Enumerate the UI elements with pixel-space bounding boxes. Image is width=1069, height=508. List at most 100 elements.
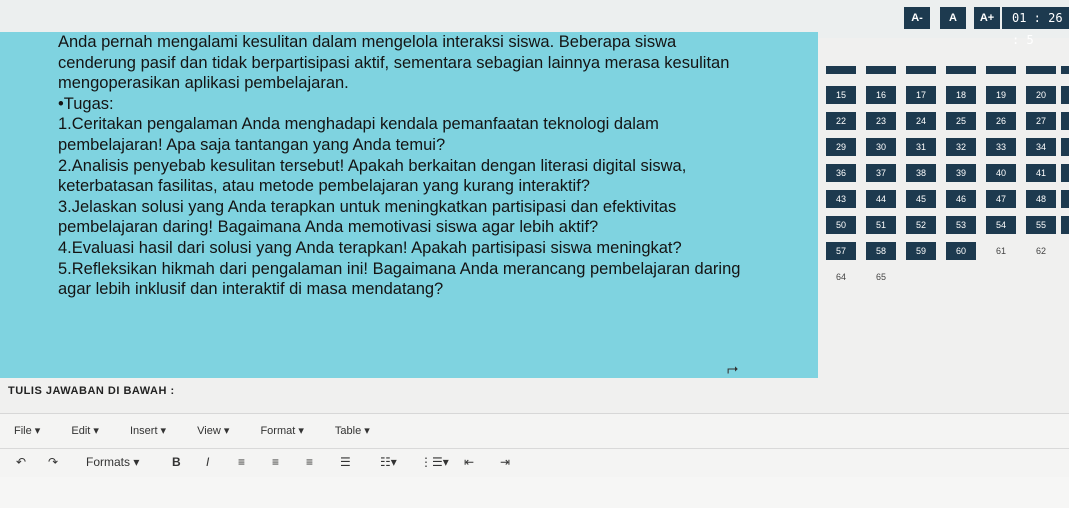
question-number-button[interactable]: 25	[946, 112, 976, 130]
menu-table[interactable]: Table ▾	[335, 424, 370, 437]
question-number-button[interactable]: 53	[946, 216, 976, 234]
question-line: Anda pernah mengalami kesulitan dalam me…	[58, 33, 677, 51]
question-number-button[interactable]: 41	[1026, 164, 1056, 182]
question-number-button[interactable]: 58	[866, 242, 896, 260]
question-number-button[interactable]	[986, 66, 1016, 74]
question-number-button[interactable]: 26	[986, 112, 1016, 130]
task-heading: •Tugas:	[58, 94, 114, 113]
bullet-list-icon[interactable]: ☷▾	[380, 455, 397, 469]
question-line: 3.Jelaskan solusi yang Anda terapkan unt…	[58, 197, 677, 216]
question-number-button[interactable]	[1061, 164, 1069, 182]
question-navigation-grid: 15 16 17 18 19 20 22 23 24 25 26 27 29 30 31 32 33 34 36 37…	[818, 60, 1069, 340]
align-justify-icon[interactable]: ☰	[340, 455, 351, 469]
outdent-icon[interactable]: ⇤	[464, 455, 474, 469]
question-number-button[interactable]: 30	[866, 138, 896, 156]
question-line: 5.Refleksikan hikmah dari pengalaman ini…	[58, 259, 741, 278]
menu-format[interactable]: Format ▾	[260, 424, 303, 437]
question-number-button[interactable]: 61	[986, 242, 1016, 260]
align-center-icon[interactable]: ≡	[272, 455, 279, 469]
question-number-button[interactable]	[1061, 216, 1069, 234]
question-number-button[interactable]: 34	[1026, 138, 1056, 156]
bold-button[interactable]: B	[172, 455, 181, 469]
question-number-button[interactable]: 32	[946, 138, 976, 156]
question-number-button[interactable]: 54	[986, 216, 1016, 234]
menu-view[interactable]: View ▾	[197, 424, 229, 437]
question-number-button[interactable]	[1061, 190, 1069, 208]
editor-toolbar: ↶ ↷ Formats ▾ B I ≡ ≡ ≡ ☰ ☷▾ ⋮☰▾ ⇤ ⇥	[0, 448, 1069, 478]
font-normal-button[interactable]: A	[940, 7, 966, 29]
question-line: mengoperasikan aplikasi pembelajaran.	[58, 74, 349, 93]
question-number-button[interactable]	[946, 66, 976, 74]
answer-label: TULIS JAWABAN DI BAWAH :	[8, 385, 175, 397]
align-left-icon[interactable]: ≡	[238, 455, 245, 469]
question-number-button[interactable]: 37	[866, 164, 896, 182]
question-number-button[interactable]: 48	[1026, 190, 1056, 208]
question-number-button[interactable]	[1061, 112, 1069, 130]
question-number-button[interactable]: 46	[946, 190, 976, 208]
formats-dropdown[interactable]: Formats ▾	[86, 455, 139, 469]
question-number-button[interactable]: 33	[986, 138, 1016, 156]
countdown-timer: 01 : 26 : 5	[1002, 7, 1069, 47]
question-number-button[interactable]: 55	[1026, 216, 1056, 234]
question-number-button[interactable]: 45	[906, 190, 936, 208]
font-increase-button[interactable]: A+	[974, 7, 1000, 29]
question-line: agar lebih inklusif dan interaktif di ma…	[58, 280, 444, 299]
question-number-button[interactable]: 29	[826, 138, 856, 156]
menu-file[interactable]: File ▾	[14, 424, 40, 437]
redo-icon[interactable]: ↷	[48, 455, 58, 469]
indent-icon[interactable]: ⇥	[500, 455, 510, 469]
question-line: pembelajaran daring! Bagaimana Anda memo…	[58, 218, 599, 237]
question-number-button[interactable]: 16	[866, 86, 896, 104]
question-number-button[interactable]	[826, 66, 856, 74]
question-line: 4.Evaluasi hasil dari solusi yang Anda t…	[58, 238, 682, 257]
question-number-button[interactable]: 38	[906, 164, 936, 182]
question-number-button[interactable]: 24	[906, 112, 936, 130]
question-number-button[interactable]: 44	[866, 190, 896, 208]
question-number-button[interactable]	[866, 66, 896, 74]
question-number-button[interactable]	[1061, 66, 1069, 74]
question-number-button[interactable]	[906, 66, 936, 74]
question-number-button[interactable]: 60	[946, 242, 976, 260]
editor-menubar: File ▾ Edit ▾ Insert ▾ View ▾ Format ▾ T…	[14, 424, 398, 437]
question-number-button[interactable]: 39	[946, 164, 976, 182]
answer-textarea[interactable]	[0, 477, 1069, 508]
question-number-button[interactable]: 50	[826, 216, 856, 234]
question-number-button[interactable]: 27	[1026, 112, 1056, 130]
menu-edit[interactable]: Edit ▾	[71, 424, 99, 437]
question-number-button[interactable]: 40	[986, 164, 1016, 182]
mouse-cursor-icon: ⮣	[727, 360, 739, 376]
align-right-icon[interactable]: ≡	[306, 455, 313, 469]
question-number-button[interactable]: 23	[866, 112, 896, 130]
question-number-button[interactable]	[1061, 86, 1069, 104]
question-number-button[interactable]: 62	[1026, 242, 1056, 260]
question-number-button[interactable]: 18	[946, 86, 976, 104]
question-number-button[interactable]: 63	[1061, 242, 1069, 260]
question-number-button[interactable]: 17	[906, 86, 936, 104]
question-number-button[interactable]: 52	[906, 216, 936, 234]
italic-button[interactable]: I	[206, 455, 209, 469]
question-number-button[interactable]: 57	[826, 242, 856, 260]
question-number-button[interactable]: 15	[826, 86, 856, 104]
question-number-button[interactable]: 65	[866, 268, 896, 286]
question-number-button[interactable]: 31	[906, 138, 936, 156]
numbered-list-icon[interactable]: ⋮☰▾	[420, 455, 449, 469]
question-number-button[interactable]: 19	[986, 86, 1016, 104]
question-number-button[interactable]: 47	[986, 190, 1016, 208]
question-number-button[interactable]: 43	[826, 190, 856, 208]
rich-text-editor: File ▾ Edit ▾ Insert ▾ View ▾ Format ▾ T…	[0, 413, 1069, 508]
question-number-button[interactable]: 59	[906, 242, 936, 260]
question-number-button[interactable]: 51	[866, 216, 896, 234]
question-text: Anda pernah mengalami kesulitan dalam me…	[58, 32, 808, 300]
question-line: pembelajaran! Apa saja tantangan yang An…	[58, 135, 446, 154]
question-number-button[interactable]: 64	[826, 268, 856, 286]
question-number-button[interactable]: 22	[826, 112, 856, 130]
font-decrease-button[interactable]: A-	[904, 7, 930, 29]
question-line: cenderung pasif dan tidak berpartisipasi…	[58, 53, 730, 72]
question-panel: Anda pernah mengalami kesulitan dalam me…	[0, 32, 818, 378]
question-number-button[interactable]: 20	[1026, 86, 1056, 104]
menu-insert[interactable]: Insert ▾	[130, 424, 166, 437]
question-number-button[interactable]	[1061, 138, 1069, 156]
question-number-button[interactable]: 36	[826, 164, 856, 182]
undo-icon[interactable]: ↶	[16, 455, 26, 469]
question-number-button[interactable]	[1026, 66, 1056, 74]
